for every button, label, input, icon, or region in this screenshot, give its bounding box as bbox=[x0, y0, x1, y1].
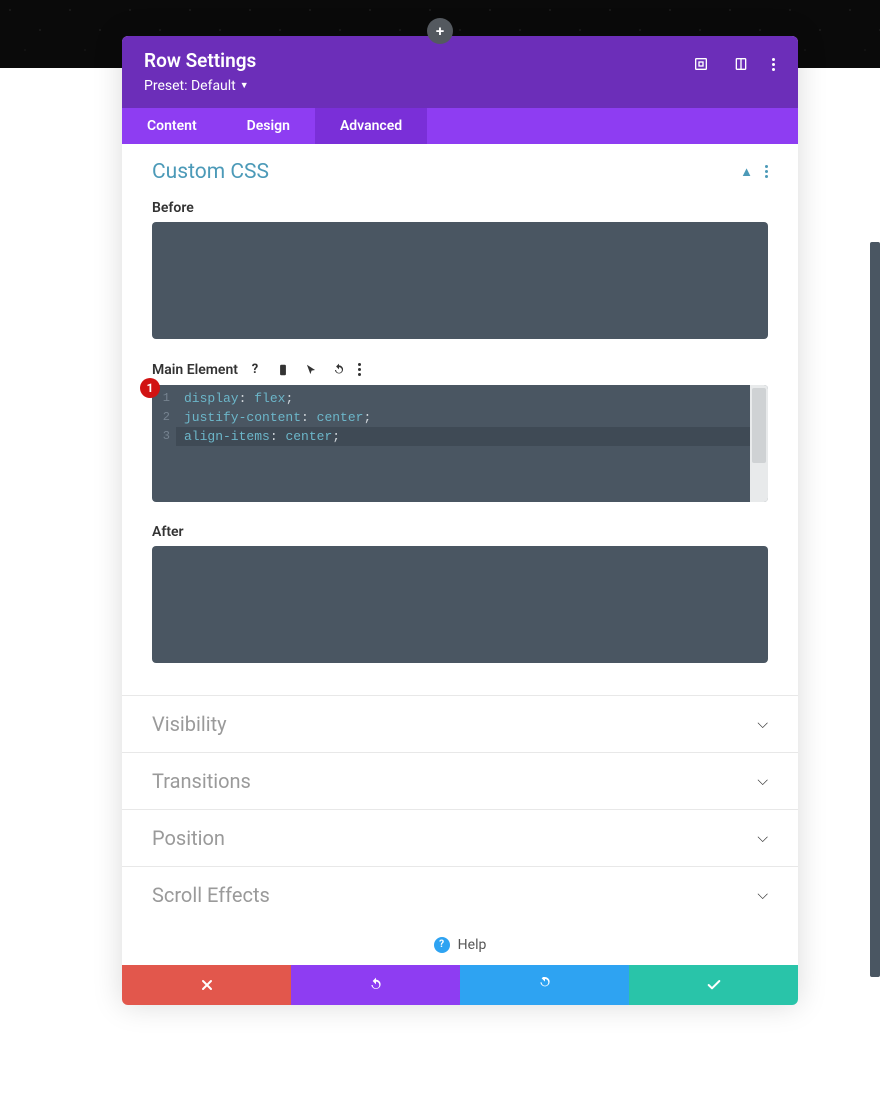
mobile-icon[interactable] bbox=[274, 361, 292, 379]
modal-body: Custom CSS ▲ Before Main Element ? bbox=[122, 144, 798, 965]
accordion-title: Scroll Effects bbox=[152, 883, 270, 907]
chevron-down-icon: ⌵ bbox=[757, 887, 768, 903]
chevron-down-icon: ▼ bbox=[240, 80, 249, 91]
tab-content[interactable]: Content bbox=[122, 108, 222, 144]
scrollbar-thumb[interactable] bbox=[752, 388, 766, 463]
accordion-title: Transitions bbox=[152, 769, 251, 793]
preset-label: Preset: Default bbox=[144, 78, 236, 94]
cancel-button[interactable] bbox=[122, 965, 291, 1005]
tab-design[interactable]: Design bbox=[222, 108, 315, 144]
collapse-icon[interactable]: ▲ bbox=[740, 164, 753, 180]
help-circle-icon: ? bbox=[434, 937, 450, 953]
help-icon[interactable]: ? bbox=[246, 361, 264, 379]
expand-icon[interactable] bbox=[692, 55, 710, 73]
after-editor[interactable] bbox=[152, 546, 768, 663]
save-button[interactable] bbox=[629, 965, 798, 1005]
tab-advanced[interactable]: Advanced bbox=[315, 108, 427, 144]
page-scrollbar[interactable] bbox=[870, 242, 880, 977]
after-label: After bbox=[152, 524, 768, 540]
chevron-down-icon: ⌵ bbox=[757, 830, 768, 846]
before-editor[interactable] bbox=[152, 222, 768, 339]
accordion-title: Position bbox=[152, 826, 225, 850]
accordion dow-transitions[interactable]: Transitions ⌵ bbox=[122, 752, 798, 809]
help-link[interactable]: ? Help bbox=[122, 923, 798, 965]
annotation-badge: 1 bbox=[140, 378, 160, 398]
accordion-position[interactable]: Position ⌵ bbox=[122, 809, 798, 866]
responsive-icon[interactable] bbox=[732, 55, 750, 73]
custom-css-section: Custom CSS ▲ Before Main Element ? bbox=[122, 144, 798, 695]
row-settings-modal: Row Settings Preset: Default ▼ Content D… bbox=[122, 36, 798, 1005]
reset-icon[interactable] bbox=[330, 361, 348, 379]
help-label: Help bbox=[458, 937, 487, 953]
main-element-label: Main Element bbox=[152, 362, 238, 378]
preset-dropdown[interactable]: Preset: Default ▼ bbox=[144, 78, 249, 94]
accordion-scroll-effects[interactable]: Scroll Effects ⌵ bbox=[122, 866, 798, 923]
add-section-button[interactable]: + bbox=[427, 18, 453, 44]
section-title: Custom CSS bbox=[152, 160, 269, 184]
modal-title: Row Settings bbox=[144, 49, 256, 74]
accordion-title: Visibility bbox=[152, 712, 227, 736]
redo-button[interactable] bbox=[460, 965, 629, 1005]
more-options-icon[interactable] bbox=[772, 58, 776, 71]
section-options-icon[interactable] bbox=[765, 165, 768, 178]
tab-bar: Content Design Advanced bbox=[122, 108, 798, 144]
accordion-visibility[interactable]: Visibility ⌵ bbox=[122, 695, 798, 752]
modal-footer bbox=[122, 965, 798, 1005]
field-options-icon[interactable] bbox=[358, 363, 361, 376]
main-element-editor[interactable]: 1 2 3 display: flex; justify-content: ce… bbox=[152, 385, 768, 502]
modal-header: Row Settings Preset: Default ▼ bbox=[122, 36, 798, 108]
hover-icon[interactable] bbox=[302, 361, 320, 379]
chevron-down-icon: ⌵ bbox=[757, 773, 768, 789]
before-label: Before bbox=[152, 200, 768, 216]
line-numbers: 1 2 3 bbox=[152, 385, 176, 502]
chevron-down-icon: ⌵ bbox=[757, 716, 768, 732]
undo-button[interactable] bbox=[291, 965, 460, 1005]
code-content: display: flex; justify-content: center; … bbox=[176, 385, 768, 502]
